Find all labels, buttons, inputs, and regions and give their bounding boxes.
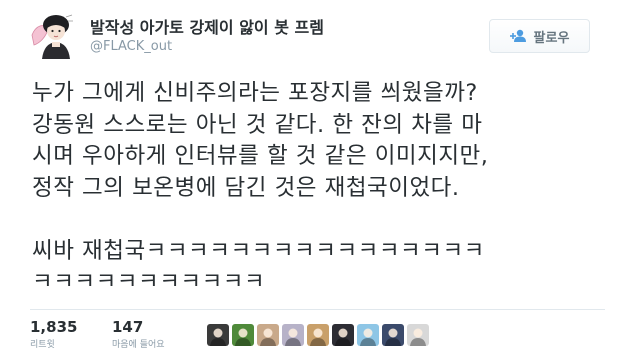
liker-avatar-3-icon[interactable] xyxy=(257,324,279,346)
liker-avatars xyxy=(207,324,429,346)
follow-button-label: 팔로우 xyxy=(533,30,570,46)
liker-avatar-8-icon[interactable] xyxy=(382,324,404,346)
like-stat[interactable]: 147 마음에 들어요 xyxy=(112,318,165,352)
retweet-count: 1,835 xyxy=(30,318,78,336)
tweet-text: 누가 그에게 신비주의라는 포장지를 씌웠을까? 강동원 스스로는 아닌 것 같… xyxy=(32,78,607,299)
tweet-header: 발작성 아가토 강제이 앓이 봇 프렘 @FLACK_out 팔로우 xyxy=(0,0,624,74)
liker-avatar-1-icon[interactable] xyxy=(207,324,229,346)
liker-avatar-7-icon[interactable] xyxy=(357,324,379,346)
stats-divider xyxy=(30,309,605,310)
display-name[interactable]: 발작성 아가토 강제이 앓이 봇 프렘 xyxy=(90,14,324,38)
like-label: 마음에 들어요 xyxy=(112,340,165,350)
tweet-line: ㅋㅋㅋㅋㅋㅋㅋㅋㅋㅋㅋ xyxy=(32,269,266,295)
tweet-line: 시며 우아하게 인터뷰를 할 것 같은 이미지지만, xyxy=(32,143,489,169)
retweet-label: 리트윗 xyxy=(30,340,55,350)
retweet-stat[interactable]: 1,835 리트윗 xyxy=(30,318,77,352)
liker-avatar-4-icon[interactable] xyxy=(282,324,304,346)
profile-avatar[interactable] xyxy=(30,11,78,59)
liker-avatar-5-icon[interactable] xyxy=(307,324,329,346)
tweet-line: 누가 그에게 신비주의라는 포장지를 씌웠을까? xyxy=(32,80,478,106)
follow-button[interactable]: 팔로우 xyxy=(489,19,590,53)
cartoon-avatar-icon xyxy=(30,11,78,59)
liker-avatar-2-icon[interactable] xyxy=(232,324,254,346)
follow-person-plus-icon xyxy=(509,29,526,42)
tweet-line xyxy=(32,204,607,236)
tweet-line: 씨바 재첩국ㅋㅋㅋㅋㅋㅋㅋㅋㅋㅋㅋㅋㅋㅋㅋㅋ xyxy=(32,237,485,264)
tweet-line: 강동원 스스로는 아닌 것 같다. 한 잔의 차를 마 xyxy=(32,111,483,138)
liker-avatar-6-icon[interactable] xyxy=(332,324,354,346)
like-count: 147 xyxy=(112,318,144,336)
liker-avatar-9-icon[interactable] xyxy=(407,324,429,346)
tweet-line: 정작 그의 보온병에 담긴 것은 재첩국이었다. xyxy=(32,174,460,201)
user-handle[interactable]: @FLACK_out xyxy=(90,39,172,54)
